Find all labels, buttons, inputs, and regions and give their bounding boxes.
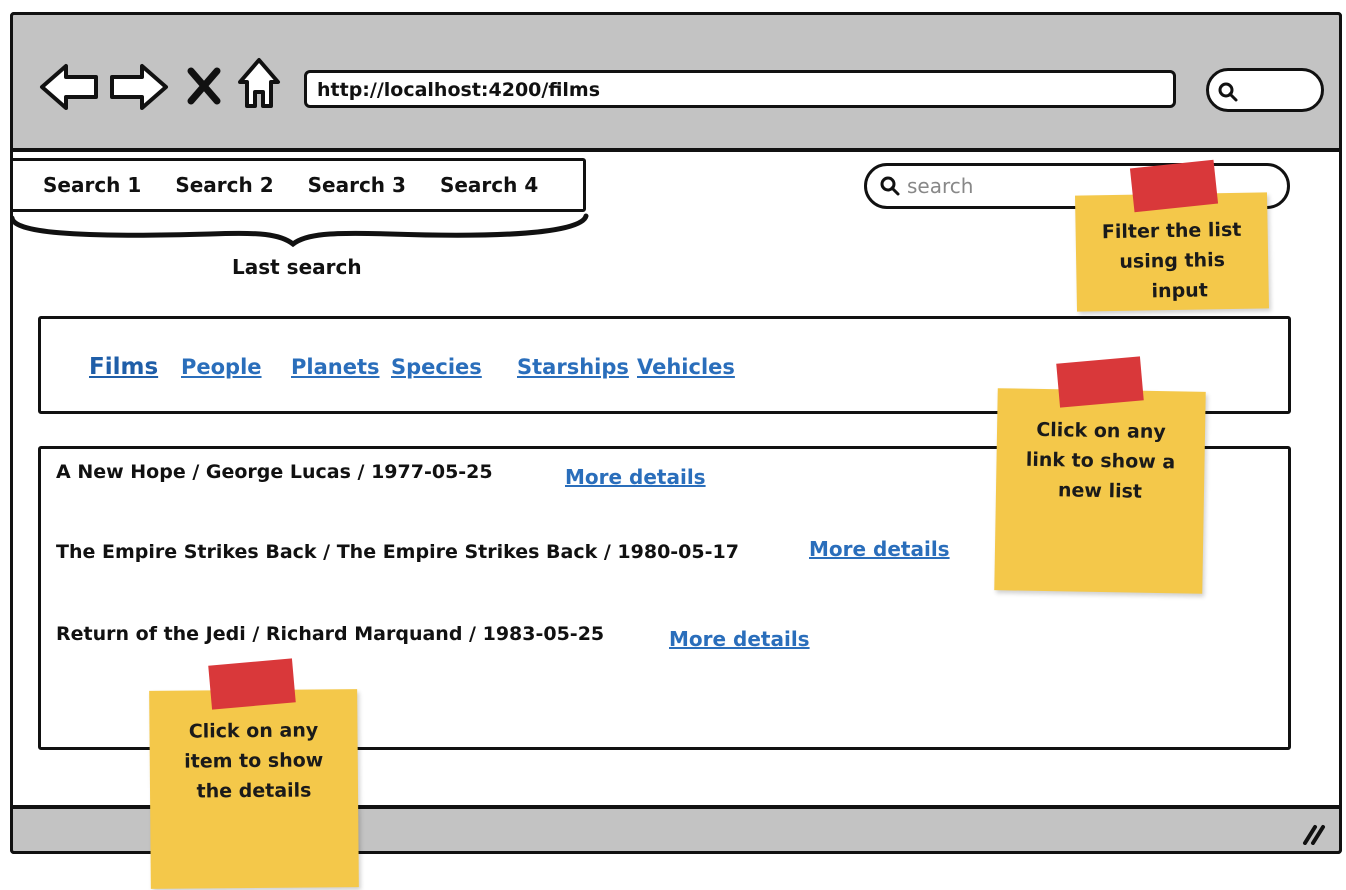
recent-search-1[interactable]: Search 1 <box>43 173 141 197</box>
last-search-caption: Last search <box>232 255 362 279</box>
note-line: the details <box>196 779 312 803</box>
curly-brace <box>10 213 589 248</box>
recent-searches-bar: Search 1 Search 2 Search 3 Search 4 <box>10 158 586 212</box>
recent-search-2[interactable]: Search 2 <box>175 173 273 197</box>
nav-link-planets[interactable]: Planets <box>291 355 380 379</box>
address-bar[interactable]: http://localhost:4200/films <box>304 70 1176 108</box>
sticky-note-links: Click on any link to show a new list <box>994 388 1206 594</box>
more-details-link[interactable]: More details <box>809 537 950 561</box>
nav-link-starships[interactable]: Starships <box>517 355 629 379</box>
forward-arrow-icon[interactable] <box>108 62 170 112</box>
sticky-note-items: Click on any item to show the details <box>149 689 359 889</box>
nav-link-vehicles[interactable]: Vehicles <box>637 355 735 379</box>
home-icon[interactable] <box>236 56 282 110</box>
nav-link-films[interactable]: Films <box>89 354 158 380</box>
note-line: input <box>1151 279 1208 303</box>
browser-search-box[interactable] <box>1206 68 1324 112</box>
note-line: item to show <box>184 749 324 773</box>
nav-link-people[interactable]: People <box>181 355 262 379</box>
search-icon <box>1218 82 1238 102</box>
nav-link-species[interactable]: Species <box>391 355 482 379</box>
search-icon <box>880 176 900 196</box>
tape <box>1056 356 1144 408</box>
resize-grip-icon[interactable] <box>1301 823 1327 845</box>
back-arrow-icon[interactable] <box>38 62 100 112</box>
note-line: new list <box>1057 479 1143 503</box>
note-line: using this <box>1119 249 1226 273</box>
recent-search-3[interactable]: Search 3 <box>308 173 406 197</box>
note-line: link to show a <box>1025 448 1176 474</box>
sticky-note-filter: Filter the list using this input <box>1075 192 1269 312</box>
note-line: Click on any <box>188 719 319 743</box>
stop-icon[interactable] <box>186 66 222 106</box>
note-line: Filter the list <box>1101 218 1242 244</box>
more-details-link[interactable]: More details <box>565 465 706 489</box>
note-line: Click on any <box>1036 418 1166 444</box>
tape <box>208 658 296 710</box>
wireframe-canvas: http://localhost:4200/films Search 1 Sea… <box>0 0 1346 890</box>
more-details-link[interactable]: More details <box>669 627 810 651</box>
list-item[interactable]: A New Hope / George Lucas / 1977-05-25 <box>56 461 493 483</box>
recent-search-4[interactable]: Search 4 <box>440 173 538 197</box>
list-item[interactable]: The Empire Strikes Back / The Empire Str… <box>56 541 739 563</box>
list-item[interactable]: Return of the Jedi / Richard Marquand / … <box>56 623 604 645</box>
tape <box>1129 159 1219 213</box>
